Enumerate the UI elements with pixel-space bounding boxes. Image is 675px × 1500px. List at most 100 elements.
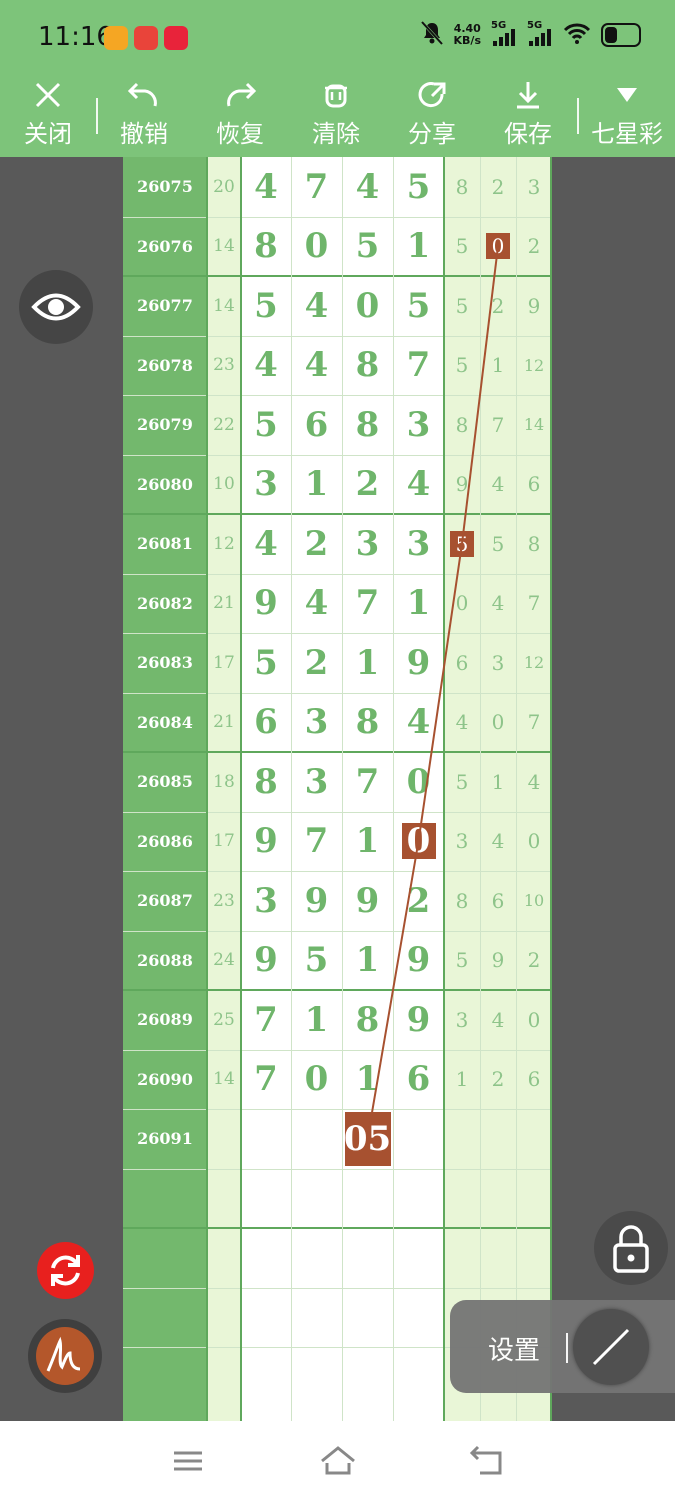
lottery-type-dropdown[interactable]: 七星彩 (587, 78, 667, 154)
home-button[interactable] (318, 1443, 358, 1479)
digit-cell[interactable]: 3 (291, 693, 342, 753)
digit-cell[interactable]: 1 (393, 217, 444, 277)
digit-cell[interactable]: 5 (241, 633, 291, 693)
digit-cell[interactable]: 4 (241, 336, 291, 396)
tail-cell[interactable]: 5 (444, 276, 480, 336)
tail-cell[interactable]: 2 (480, 1050, 516, 1110)
digit-cell[interactable]: 9 (342, 871, 393, 931)
tail-cell[interactable]: 7 (516, 574, 552, 634)
digit-cell[interactable]: 9 (291, 871, 342, 931)
tail-cell[interactable]: 10 (516, 871, 552, 931)
digit-cell[interactable]: 2 (291, 633, 342, 693)
digit-cell[interactable]: 8 (342, 336, 393, 396)
tail-cell[interactable]: 6 (516, 1050, 552, 1110)
tail-cell[interactable]: 9 (516, 276, 552, 336)
tail-cell[interactable]: 3 (444, 812, 480, 872)
close-button[interactable]: 关闭 (8, 78, 88, 154)
digit-cell[interactable]: 7 (241, 1050, 291, 1110)
digit-cell[interactable]: 7 (291, 157, 342, 217)
digit-cell[interactable]: 4 (342, 157, 393, 217)
tail-cell[interactable] (516, 1109, 552, 1169)
tail-cell[interactable]: 1 (480, 336, 516, 396)
digit-cell[interactable]: 9 (393, 990, 444, 1050)
digit-cell[interactable]: 3 (393, 395, 444, 455)
digit-cell[interactable]: 5 (291, 931, 342, 991)
tail-cell[interactable]: 8 (444, 157, 480, 217)
digit-cell[interactable]: 3 (241, 455, 291, 515)
tail-cell[interactable]: 4 (480, 574, 516, 634)
tail-cell[interactable]: 0 (516, 990, 552, 1050)
tail-cell[interactable]: 0 (516, 812, 552, 872)
tail-cell[interactable]: 6 (444, 633, 480, 693)
line-tool-button[interactable] (573, 1309, 649, 1385)
digit-cell[interactable]: 8 (241, 217, 291, 277)
digit-cell[interactable]: 8 (342, 395, 393, 455)
tail-cell[interactable]: 1 (480, 752, 516, 812)
tail-cell[interactable]: 4 (480, 455, 516, 515)
digit-cell[interactable]: 1 (342, 633, 393, 693)
digit-cell[interactable] (393, 1109, 444, 1169)
digit-cell[interactable]: 7 (393, 336, 444, 396)
tail-cell[interactable]: 7 (516, 693, 552, 753)
digit-cell[interactable]: 4 (393, 455, 444, 515)
tail-cell[interactable]: 6 (480, 871, 516, 931)
digit-cell[interactable]: 7 (342, 752, 393, 812)
refresh-button[interactable] (37, 1242, 94, 1299)
trend-chart[interactable]: 26075 20 4 7 4 5 8 2 3 26076 14 8 0 5 1 5 0 2 26077 14 5 4 0 5 5… (123, 157, 552, 1421)
tail-cell[interactable]: 3 (516, 157, 552, 217)
tail-cell[interactable]: 0 (480, 693, 516, 753)
digit-cell[interactable]: 1 (342, 812, 393, 872)
digit-cell[interactable]: 5 (241, 276, 291, 336)
tail-cell[interactable]: 2 (516, 217, 552, 277)
digit-cell[interactable]: 8 (342, 693, 393, 753)
tail-cell[interactable]: 4 (444, 693, 480, 753)
tail-cell[interactable]: 12 (516, 336, 552, 396)
tail-cell[interactable] (444, 1109, 480, 1169)
tail-cell[interactable]: 2 (480, 157, 516, 217)
digit-cell[interactable]: 5 (393, 276, 444, 336)
tail-cell[interactable]: 5 (480, 514, 516, 574)
digit-cell[interactable]: 1 (342, 931, 393, 991)
digit-cell[interactable]: 0 (291, 1050, 342, 1110)
digit-cell[interactable]: 2 (291, 514, 342, 574)
digit-cell[interactable]: 9 (393, 931, 444, 991)
digit-cell[interactable]: 0 (393, 812, 444, 872)
tail-cell[interactable]: 8 (444, 871, 480, 931)
tail-cell[interactable]: 5 (444, 752, 480, 812)
lock-button[interactable] (594, 1211, 668, 1285)
digit-cell[interactable]: 3 (241, 871, 291, 931)
digit-cell[interactable]: 8 (241, 752, 291, 812)
digit-cell[interactable]: 0 (393, 752, 444, 812)
digit-cell[interactable]: 1 (291, 455, 342, 515)
prediction-cell[interactable]: 05 (342, 1109, 393, 1169)
digit-cell[interactable]: 3 (342, 514, 393, 574)
tail-cell[interactable]: 8 (444, 395, 480, 455)
toggle-visibility-button[interactable] (19, 270, 93, 344)
tail-cell[interactable]: 4 (480, 990, 516, 1050)
tail-cell[interactable]: 6 (516, 455, 552, 515)
settings-button[interactable]: 设置 (488, 1330, 540, 1367)
digit-cell[interactable]: 2 (342, 455, 393, 515)
digit-cell[interactable]: 9 (241, 574, 291, 634)
digit-cell[interactable]: 1 (393, 574, 444, 634)
redo-button[interactable]: 恢复 (200, 78, 280, 154)
back-button[interactable] (468, 1443, 508, 1479)
tail-cell[interactable]: 3 (480, 633, 516, 693)
tail-cell[interactable]: 0 (444, 574, 480, 634)
digit-cell[interactable]: 5 (393, 157, 444, 217)
undo-button[interactable]: 撤销 (104, 78, 184, 154)
digit-cell[interactable]: 9 (241, 812, 291, 872)
digit-cell[interactable]: 7 (342, 574, 393, 634)
digit-cell[interactable] (291, 1109, 342, 1169)
digit-cell[interactable]: 3 (393, 514, 444, 574)
tail-cell[interactable]: 5 (444, 217, 480, 277)
tail-cell[interactable]: 14 (516, 395, 552, 455)
tail-cell[interactable]: 1 (444, 1050, 480, 1110)
tail-cell[interactable]: 5 (444, 514, 480, 574)
tail-cell[interactable]: 7 (480, 395, 516, 455)
tail-cell[interactable]: 4 (480, 812, 516, 872)
digit-cell[interactable]: 4 (241, 157, 291, 217)
digit-cell[interactable]: 4 (393, 693, 444, 753)
tail-cell[interactable]: 0 (480, 217, 516, 277)
digit-cell[interactable] (241, 1109, 291, 1169)
